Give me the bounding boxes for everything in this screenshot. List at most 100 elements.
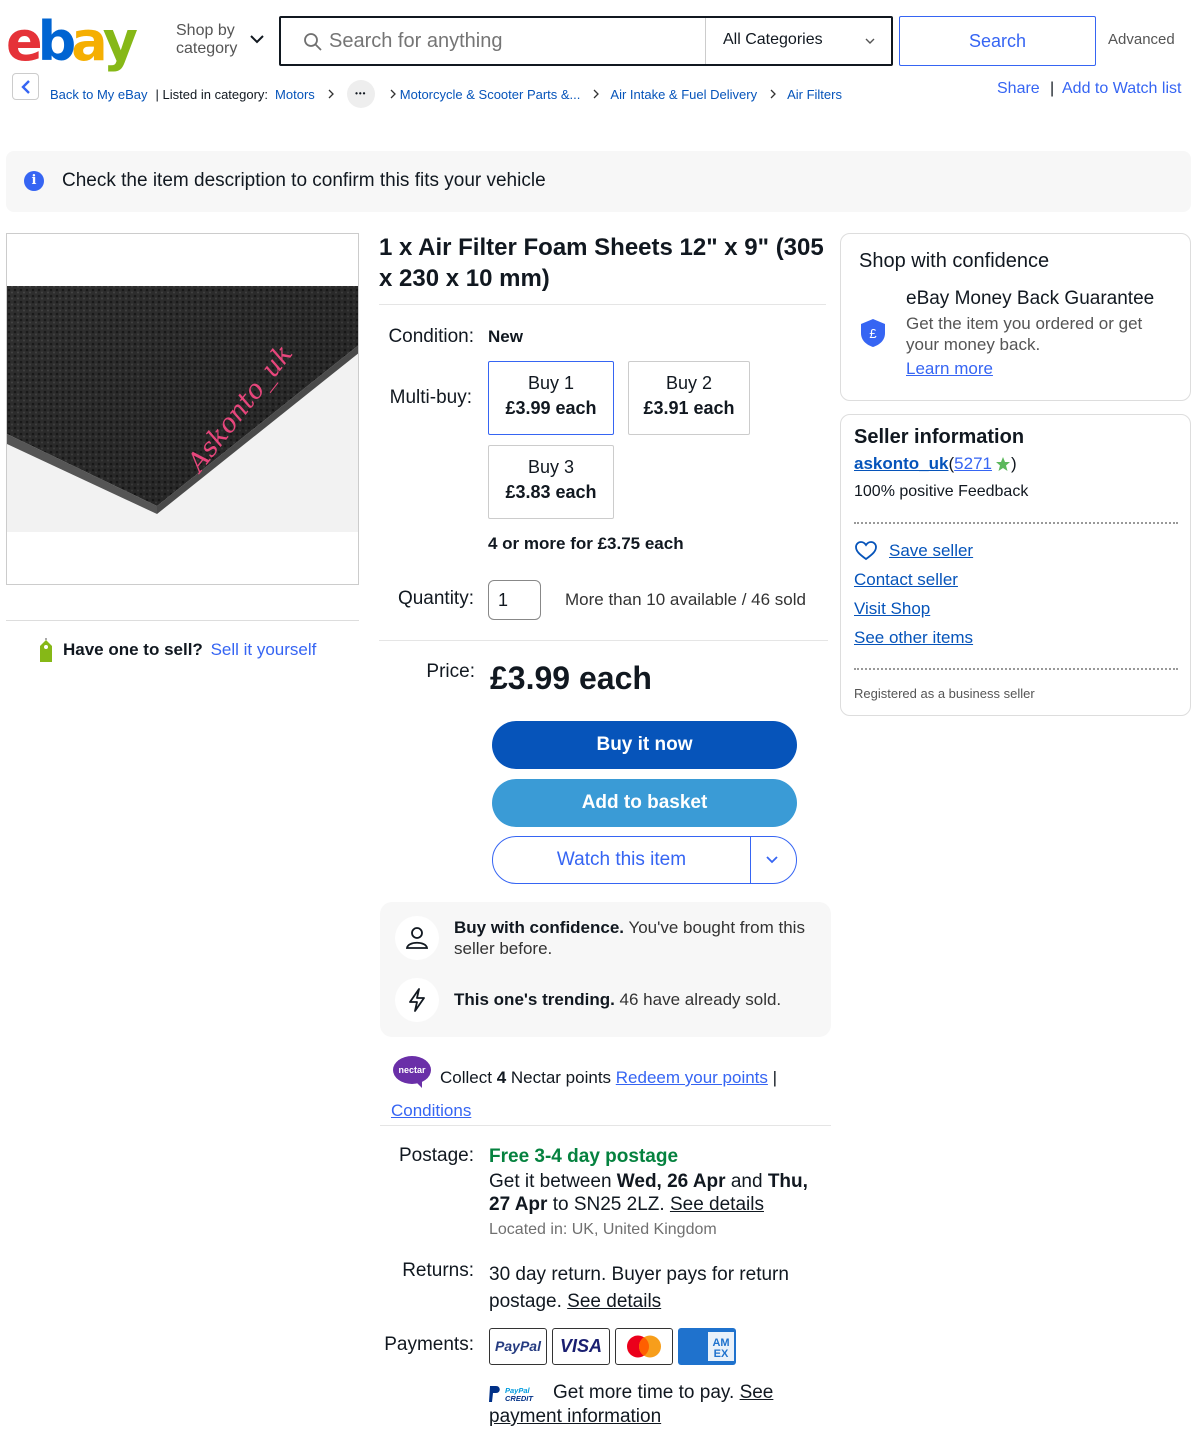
divider xyxy=(6,620,359,621)
price-label: Price: xyxy=(426,661,475,682)
price-tag-icon xyxy=(40,638,52,662)
card-title: Shop with confidence xyxy=(859,250,1050,272)
trending-rest: 46 have already sold. xyxy=(614,990,782,1009)
save-seller-link[interactable]: Save seller xyxy=(889,541,973,561)
shop-by-line2: category xyxy=(176,40,238,57)
business-seller-note: Registered as a business seller xyxy=(854,686,1035,701)
multibuy-qty: Buy 3 xyxy=(527,457,575,477)
postage-see-details-link[interactable]: See details xyxy=(670,1194,764,1215)
search-button[interactable]: Search xyxy=(899,16,1096,66)
contact-seller-link[interactable]: Contact seller xyxy=(854,570,958,590)
mastercard-icon xyxy=(615,1328,673,1365)
breadcrumb-motorcycle-parts[interactable]: Motorcycle & Scooter Parts &... xyxy=(400,87,581,102)
condition-value: New xyxy=(488,327,523,346)
seller-information-card: Seller information askonto_uk (5271 ) 10… xyxy=(840,414,1191,716)
breadcrumb: Back to My eBay | Listed in category: Mo… xyxy=(50,80,842,108)
see-other-items-link[interactable]: See other items xyxy=(854,628,973,648)
info-icon: i xyxy=(24,171,44,191)
logo-letter-e: e xyxy=(6,10,43,73)
visit-shop-link[interactable]: Visit Shop xyxy=(854,599,930,619)
breadcrumb-air-intake[interactable]: Air Intake & Fuel Delivery xyxy=(610,87,757,102)
returns-label: Returns: xyxy=(402,1260,474,1281)
seller-rating-link[interactable]: 5271 xyxy=(954,454,992,474)
paypal-card-icon: PayPal xyxy=(489,1328,547,1365)
item-title: 1 x Air Filter Foam Sheets 12" x 9" (305… xyxy=(379,234,824,292)
returns-info: 30 day return. Buyer pays for return pos… xyxy=(489,1261,819,1315)
availability-text: More than 10 available / 46 sold xyxy=(565,590,806,609)
nectar-points: 4 xyxy=(496,1068,507,1087)
divider xyxy=(379,640,828,641)
confidence-bold: Buy with confidence. xyxy=(454,918,625,937)
paypal-word: PayPal xyxy=(495,1338,541,1354)
multibuy-option-2[interactable]: Buy 2 £3.91 each xyxy=(628,361,750,435)
chevron-down-icon[interactable] xyxy=(250,32,264,46)
search-input[interactable] xyxy=(329,18,699,64)
confidence-line-2: This one's trending. 46 have already sol… xyxy=(454,989,814,1010)
buyer-confidence-panel: Buy with confidence. You've bought from … xyxy=(380,902,831,1037)
redeem-points-link[interactable]: Redeem your points xyxy=(616,1068,768,1087)
add-to-watchlist-link[interactable]: Add to Watch list xyxy=(1062,80,1181,98)
logo-letter-y: y xyxy=(102,10,138,73)
back-button[interactable] xyxy=(12,73,39,100)
nectar-points-rest: Nectar points xyxy=(506,1068,616,1087)
divider xyxy=(854,668,1178,670)
multibuy-qty: Buy 2 xyxy=(665,373,713,393)
multibuy-option-1[interactable]: Buy 1 £3.99 each xyxy=(488,361,614,435)
chevron-down-icon[interactable] xyxy=(765,854,779,866)
watch-item-control: Watch this item xyxy=(492,836,797,884)
product-image[interactable]: Askonto_uk xyxy=(6,233,359,585)
payments-label: Payments: xyxy=(384,1334,474,1355)
and-text: and xyxy=(725,1171,768,1192)
amex-card-icon: AM EX xyxy=(678,1328,736,1365)
sell-it-yourself-link[interactable]: Sell it yourself xyxy=(211,640,317,659)
nectar-points-info: Collect 4 Nectar points Redeem your poin… xyxy=(391,1061,831,1127)
returns-see-details-link[interactable]: See details xyxy=(567,1291,661,1312)
divider xyxy=(854,522,1178,524)
multibuy-label: Multi-buy: xyxy=(389,387,472,408)
category-select[interactable]: All Categories xyxy=(723,31,823,49)
credit-text: Get more time to pay. xyxy=(553,1382,740,1403)
seller-card-title: Seller information xyxy=(854,426,1025,448)
chevron-right-icon xyxy=(328,89,334,99)
get-it-text: Get it between xyxy=(489,1171,617,1192)
sell-prompt: Have one to sell? Sell it yourself xyxy=(63,640,316,660)
seller-name-link[interactable]: askonto_uk xyxy=(854,454,948,474)
nectar-bar: | xyxy=(767,1068,778,1087)
multibuy-option-3[interactable]: Buy 3 £3.83 each xyxy=(488,445,614,519)
shop-by-category[interactable]: Shop by category xyxy=(176,22,237,58)
close-paren: ) xyxy=(1010,454,1017,473)
bulk-price-note: 4 or more for £3.75 each xyxy=(488,534,684,553)
watch-this-item-button[interactable]: Watch this item xyxy=(493,837,750,883)
breadcrumb-air-filters[interactable]: Air Filters xyxy=(787,87,842,102)
fitment-notice: i Check the item description to confirm … xyxy=(6,151,1191,212)
quantity-input[interactable] xyxy=(488,580,541,620)
chevron-down-icon[interactable] xyxy=(864,35,876,47)
nectar-conditions-link[interactable]: Conditions xyxy=(391,1101,471,1120)
breadcrumb-more-button[interactable]: ••• xyxy=(346,80,375,108)
advanced-search-link[interactable]: Advanced xyxy=(1108,31,1175,48)
sell-question: Have one to sell? xyxy=(63,640,203,659)
postage-label: Postage: xyxy=(399,1145,474,1166)
shop-with-confidence-card: Shop with confidence £ eBay Money Back G… xyxy=(840,233,1191,401)
divider: | xyxy=(1050,80,1055,97)
share-link[interactable]: Share xyxy=(997,80,1040,98)
notice-text: Check the item description to confirm th… xyxy=(62,170,546,191)
multibuy-qty: Buy 1 xyxy=(527,373,575,393)
ebay-logo[interactable]: ebay xyxy=(6,10,138,73)
star-icon xyxy=(995,457,1010,471)
seller-feedback: 100% positive Feedback xyxy=(854,483,1029,500)
shield-symbol: £ xyxy=(869,326,877,341)
learn-more-link[interactable]: Learn more xyxy=(906,359,993,379)
multibuy-price: £3.83 each xyxy=(505,482,597,502)
condition-label: Condition: xyxy=(388,326,474,347)
multibuy-price: £3.99 each xyxy=(505,398,597,418)
heart-icon[interactable] xyxy=(855,541,877,561)
chevron-right-icon xyxy=(390,89,396,99)
svg-text:EX: EX xyxy=(714,1348,729,1360)
item-price: £3.99 each xyxy=(490,660,652,696)
buy-it-now-button[interactable]: Buy it now xyxy=(492,721,797,769)
breadcrumb-motors[interactable]: Motors xyxy=(275,87,315,102)
add-to-basket-button[interactable]: Add to basket xyxy=(492,779,797,827)
foam-sheet-image xyxy=(7,286,358,532)
back-to-my-ebay-link[interactable]: Back to My eBay xyxy=(50,87,148,102)
